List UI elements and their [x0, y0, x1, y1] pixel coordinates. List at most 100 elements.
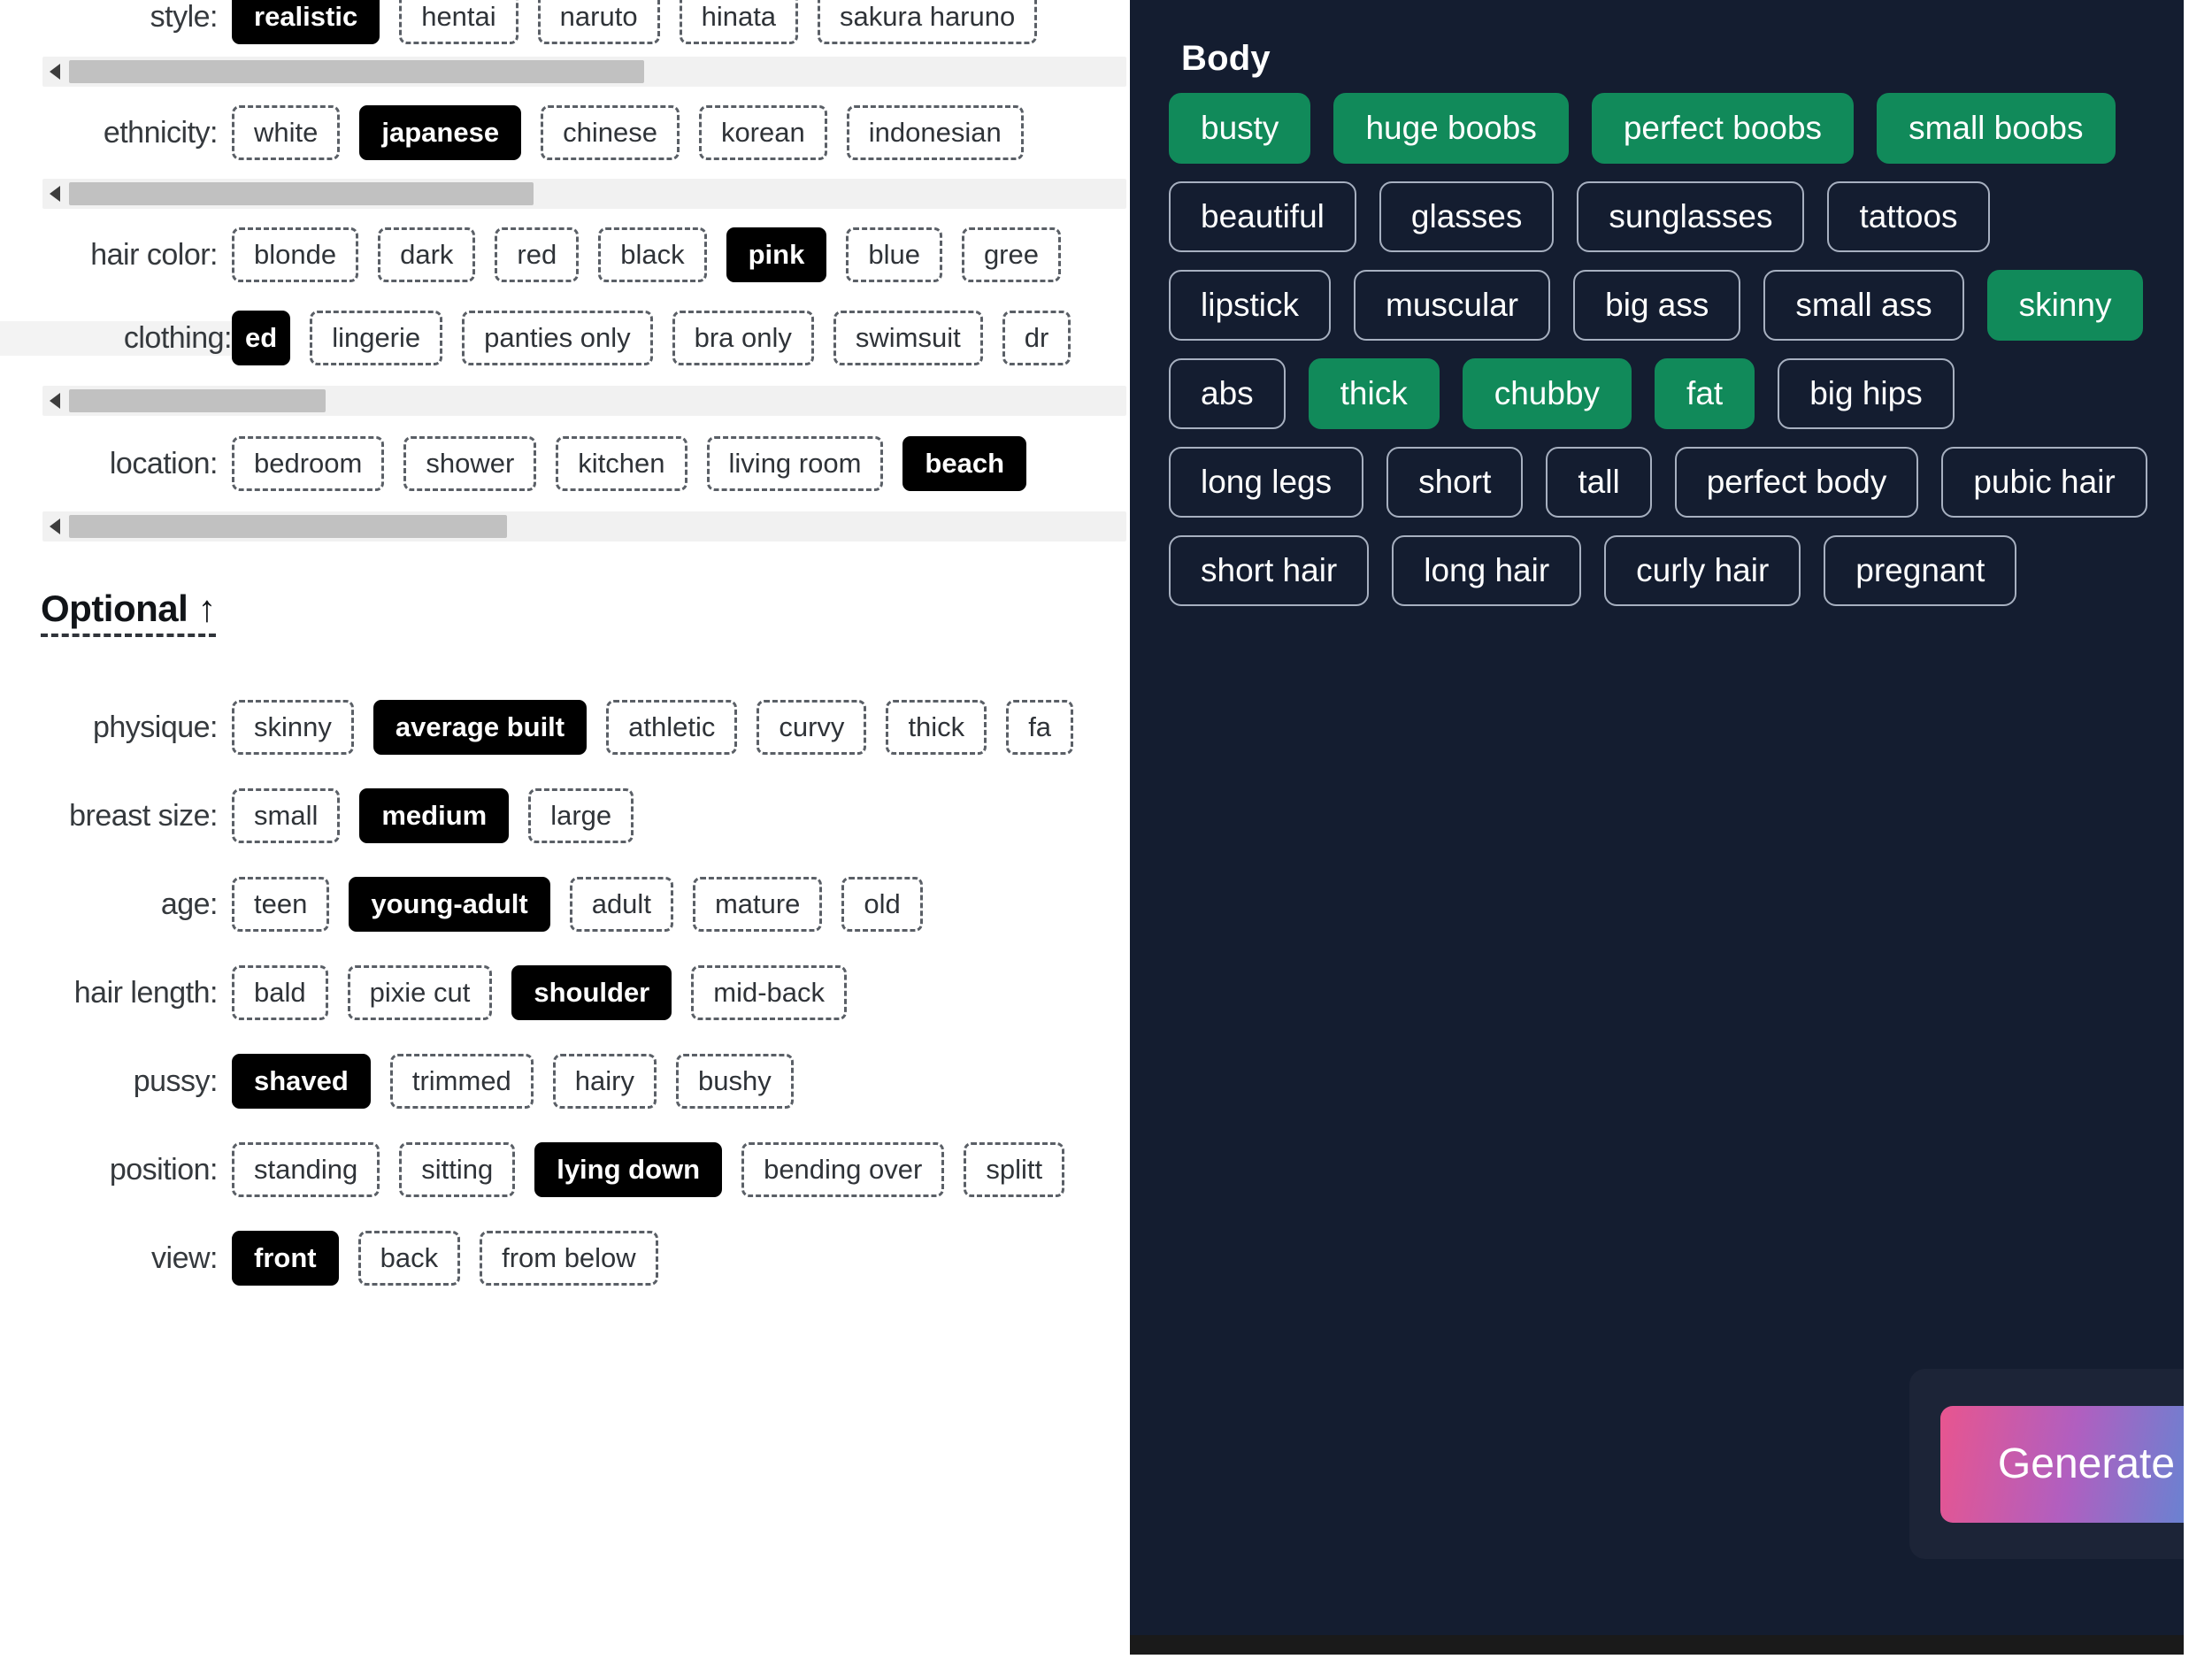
chip-position-sitting[interactable]: sitting [399, 1142, 516, 1197]
tag-long-legs[interactable]: long legs [1169, 447, 1364, 518]
chip-age-teen[interactable]: teen [232, 877, 330, 932]
chip-clothing-bra-only[interactable]: bra only [672, 311, 814, 365]
chip-view-front[interactable]: front [232, 1231, 339, 1286]
chip-clothing-panties-only[interactable]: panties only [462, 311, 653, 365]
tag-thick[interactable]: thick [1308, 358, 1440, 429]
tag-short-hair[interactable]: short hair [1169, 535, 1370, 606]
tag-glasses[interactable]: glasses [1379, 181, 1555, 252]
chip-clothing-lingerie[interactable]: lingerie [310, 311, 443, 365]
tag-big-hips[interactable]: big hips [1778, 358, 1955, 429]
tag-pubic-hair[interactable]: pubic hair [1941, 447, 2147, 518]
chip-clothing-swimsuit[interactable]: swimsuit [833, 311, 983, 365]
chip-hair-color-blue[interactable]: blue [846, 227, 942, 282]
generate-button[interactable]: Generate [1940, 1405, 2184, 1523]
tag-perfect-body[interactable]: perfect body [1674, 447, 1919, 518]
tag-busty[interactable]: busty [1169, 93, 1311, 164]
chip-view-back[interactable]: back [357, 1231, 461, 1286]
scroll-left-arrow-icon[interactable] [50, 518, 60, 534]
chip-style-naruto[interactable]: naruto [537, 0, 660, 44]
chip-hair-length-bald[interactable]: bald [232, 965, 328, 1020]
chip-location-bedroom[interactable]: bedroom [232, 436, 385, 491]
chip-style-realistic[interactable]: realistic [232, 0, 380, 44]
chip-position-bending-over[interactable]: bending over [741, 1142, 945, 1197]
chip-physique-average-built[interactable]: average built [373, 700, 588, 755]
chip-ethnicity-japanese[interactable]: japanese [359, 105, 522, 160]
clothing-scrollbar[interactable] [42, 386, 1126, 416]
tag-long-hair[interactable]: long hair [1392, 535, 1582, 606]
chip-ethnicity-korean[interactable]: korean [698, 105, 827, 160]
chip-hair-color-blonde[interactable]: blonde [232, 227, 359, 282]
chip-pussy-bushy[interactable]: bushy [676, 1054, 794, 1109]
chip-position-splitting[interactable]: splitt [964, 1142, 1065, 1197]
tag-tattoos[interactable]: tattoos [1827, 181, 1990, 252]
optional-section-heading[interactable]: Optional ↑ [41, 588, 217, 637]
chip-hair-color-dark[interactable]: dark [378, 227, 476, 282]
chip-age-mature[interactable]: mature [692, 877, 823, 932]
chip-style-sakura-haruno[interactable]: sakura haruno [818, 0, 1038, 44]
chip-clothing-dressed[interactable]: ed [232, 311, 291, 365]
tag-lipstick[interactable]: lipstick [1169, 270, 1332, 341]
chip-position-standing[interactable]: standing [232, 1142, 380, 1197]
chip-location-living-room[interactable]: living room [706, 436, 884, 491]
option-row-label-pussy: pussy: [133, 1064, 219, 1098]
tag-abs[interactable]: abs [1169, 358, 1286, 429]
chip-location-beach[interactable]: beach [902, 436, 1027, 491]
scrollbar-thumb[interactable] [69, 515, 507, 538]
chip-pussy-hairy[interactable]: hairy [552, 1054, 657, 1109]
chip-view-from-below[interactable]: from below [480, 1231, 658, 1286]
scroll-left-arrow-icon[interactable] [50, 393, 60, 409]
chip-hair-color-red[interactable]: red [495, 227, 580, 282]
tag-tall[interactable]: tall [1546, 447, 1652, 518]
chip-clothing-dress[interactable]: dr [1002, 311, 1071, 365]
chip-hair-length-shoulder[interactable]: shoulder [511, 965, 672, 1020]
chip-physique-curvy[interactable]: curvy [757, 700, 867, 755]
scrollbar-thumb[interactable] [69, 60, 644, 83]
scrollbar-thumb[interactable] [69, 182, 534, 205]
tag-sunglasses[interactable]: sunglasses [1577, 181, 1805, 252]
chip-hair-color-black[interactable]: black [598, 227, 707, 282]
chip-age-old[interactable]: old [841, 877, 923, 932]
scroll-left-arrow-icon[interactable] [50, 64, 60, 80]
chip-ethnicity-chinese[interactable]: chinese [541, 105, 680, 160]
chip-physique-thick[interactable]: thick [886, 700, 987, 755]
tag-big-ass[interactable]: big ass [1573, 270, 1741, 341]
location-scrollbar[interactable] [42, 511, 1126, 541]
chip-hair-length-mid-back[interactable]: mid-back [691, 965, 848, 1020]
tag-small-ass[interactable]: small ass [1763, 270, 1964, 341]
chip-breast-size-medium[interactable]: medium [359, 788, 510, 843]
chip-style-hinata[interactable]: hinata [679, 0, 799, 44]
tag-short[interactable]: short [1386, 447, 1524, 518]
tag-huge-boobs[interactable]: huge boobs [1333, 93, 1569, 164]
chip-physique-fat[interactable]: fa [1006, 700, 1074, 755]
tag-chubby[interactable]: chubby [1462, 358, 1632, 429]
chip-ethnicity-white[interactable]: white [232, 105, 341, 160]
ethnicity-scrollbar[interactable] [42, 179, 1126, 209]
tag-curly-hair[interactable]: curly hair [1604, 535, 1801, 606]
chip-hair-color-green[interactable]: gree [961, 227, 1061, 282]
chip-breast-size-large[interactable]: large [528, 788, 634, 843]
chip-age-young-adult[interactable]: young-adult [349, 877, 550, 932]
chip-physique-athletic[interactable]: athletic [606, 700, 738, 755]
tag-muscular[interactable]: muscular [1354, 270, 1551, 341]
chip-style-hentai[interactable]: hentai [399, 0, 518, 44]
chip-location-kitchen[interactable]: kitchen [556, 436, 687, 491]
scroll-left-arrow-icon[interactable] [50, 186, 60, 202]
tag-perfect-boobs[interactable]: perfect boobs [1591, 93, 1855, 164]
chip-physique-skinny[interactable]: skinny [232, 700, 354, 755]
chip-ethnicity-indonesian[interactable]: indonesian [846, 105, 1024, 160]
tag-small-boobs[interactable]: small boobs [1877, 93, 2116, 164]
chip-position-lying-down[interactable]: lying down [534, 1142, 723, 1197]
chip-pussy-trimmed[interactable]: trimmed [389, 1054, 534, 1109]
style-scrollbar[interactable] [42, 57, 1126, 87]
chip-breast-size-small[interactable]: small [232, 788, 341, 843]
tag-fat[interactable]: fat [1655, 358, 1755, 429]
tag-beautiful[interactable]: beautiful [1169, 181, 1356, 252]
tag-pregnant[interactable]: pregnant [1824, 535, 2017, 606]
tag-skinny[interactable]: skinny [1986, 270, 2144, 341]
chip-pussy-shaved[interactable]: shaved [232, 1054, 371, 1109]
chip-age-adult[interactable]: adult [569, 877, 673, 932]
chip-hair-length-pixie-cut[interactable]: pixie cut [347, 965, 493, 1020]
scrollbar-thumb[interactable] [69, 389, 326, 412]
chip-hair-color-pink[interactable]: pink [726, 227, 827, 282]
chip-location-shower[interactable]: shower [403, 436, 537, 491]
